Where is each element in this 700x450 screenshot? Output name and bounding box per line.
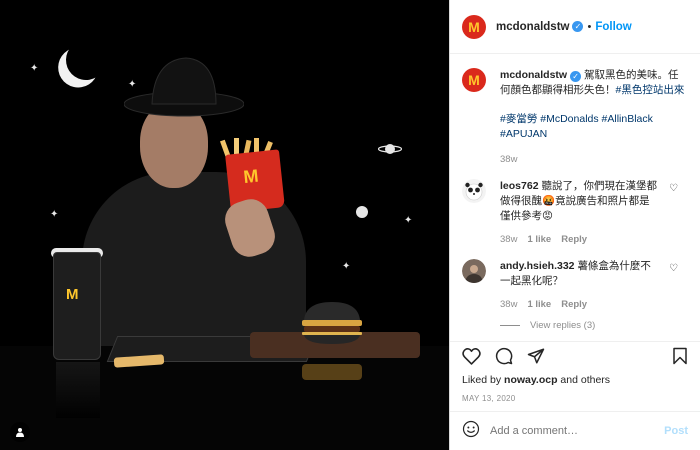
- instagram-post: ✦ ✦ ✦ ✦ ✦ M M M mcdonaldstw ✓ • Follow M…: [0, 0, 700, 450]
- comment-body: andy.hsieh.332 薯條盒為什麼不一起黑化呢？ 38w 1 like Re…: [500, 259, 660, 312]
- black-burger-art: [302, 302, 362, 344]
- share-paper-plane-icon[interactable]: [527, 347, 545, 370]
- cup-mcdonalds-logo: M: [66, 286, 79, 303]
- comment-item: andy.hsieh.332 薯條盒為什麼不一起黑化呢？ 38w 1 like Re…: [450, 247, 700, 312]
- post-comment-button[interactable]: Post: [664, 425, 688, 437]
- caption: M mcdonaldstw ✓ 駕馭黑色的美味。任何顏色都顯得相形失色！#黑色控站…: [450, 54, 700, 167]
- caption-age[interactable]: 38w: [500, 152, 688, 167]
- post-image[interactable]: ✦ ✦ ✦ ✦ ✦ M M: [0, 0, 449, 450]
- comment-username[interactable]: leos762: [500, 180, 539, 192]
- drink-cup: [53, 252, 101, 360]
- liked-by-user[interactable]: noway.ocp: [504, 374, 557, 386]
- comment-avatar[interactable]: [462, 179, 486, 203]
- liked-by-text: Liked by noway.ocp and others: [462, 374, 688, 386]
- follow-button[interactable]: Follow: [595, 21, 631, 33]
- action-icons: [462, 342, 688, 374]
- planet-art: [378, 144, 402, 154]
- verified-badge-icon: ✓: [572, 21, 584, 32]
- like-comment-heart-icon[interactable]: ♡: [669, 183, 678, 194]
- caption-body: mcdonaldstw ✓ 駕馭黑色的美味。任何顏色都顯得相形失色！#黑色控站出來…: [500, 68, 688, 167]
- caption-username[interactable]: mcdonaldstw: [500, 69, 567, 81]
- liked-by-suffix[interactable]: and others: [558, 374, 610, 386]
- add-comment-input[interactable]: [490, 425, 665, 437]
- burger-reflection: [302, 364, 362, 380]
- comment-item: leos762 聽說了，你們現在漢堡都做得很醜🤬竟說廣告和照片都是僅供參考😡 3…: [450, 167, 700, 247]
- tagged-users-icon[interactable]: [10, 422, 30, 442]
- crescent-moon-art: [63, 37, 109, 83]
- star-icon: ✦: [30, 63, 39, 74]
- bookmark-save-icon[interactable]: [672, 347, 688, 370]
- caption-inline-hashtag[interactable]: #黑色控站出來: [616, 84, 685, 96]
- account-avatar[interactable]: M: [462, 14, 486, 39]
- comments-list[interactable]: M mcdonaldstw ✓ 駕馭黑色的美味。任何顏色都顯得相形失色！#黑色控站…: [450, 54, 700, 341]
- caption-hashtags[interactable]: #麥當勞 #McDonalds #AllinBlack #APUJAN: [500, 112, 688, 142]
- comment-likes[interactable]: 1 like: [527, 234, 551, 245]
- post-sidebar: M mcdonaldstw ✓ • Follow M mcdonaldstw ✓ …: [449, 0, 700, 450]
- comment-age[interactable]: 38w: [500, 299, 517, 310]
- emoji-smiley-icon[interactable]: [462, 420, 480, 443]
- view-replies-button[interactable]: View replies (3): [450, 312, 700, 331]
- moon-dot-art: [356, 206, 368, 218]
- star-icon: ✦: [342, 261, 351, 272]
- post-date[interactable]: MAY 13, 2020: [462, 394, 688, 403]
- liked-by-prefix: Liked by: [462, 374, 505, 386]
- post-header: M mcdonaldstw ✓ • Follow: [450, 0, 700, 54]
- comment-avatar[interactable]: [462, 259, 486, 283]
- comment-likes[interactable]: 1 like: [527, 299, 551, 310]
- mcdonalds-logo: M: [242, 165, 260, 188]
- comment-meta: 38w 1 like Reply: [500, 232, 660, 247]
- like-comment-heart-icon[interactable]: ♡: [669, 263, 678, 274]
- caption-avatar[interactable]: M: [462, 68, 486, 92]
- star-icon: ✦: [50, 209, 59, 220]
- comment-username[interactable]: andy.hsieh.332: [500, 260, 575, 272]
- like-heart-icon[interactable]: [462, 347, 481, 370]
- black-hat-art: [124, 57, 244, 117]
- cup-reflection: [56, 362, 100, 418]
- separator-dot: •: [587, 20, 592, 33]
- star-icon: ✦: [404, 215, 413, 226]
- comment-reply-button[interactable]: Reply: [561, 234, 587, 245]
- account-username[interactable]: mcdonaldstw: [496, 21, 569, 33]
- comment-body: leos762 聽說了，你們現在漢堡都做得很醜🤬竟說廣告和照片都是僅供參考😡 3…: [500, 179, 660, 247]
- comment-age[interactable]: 38w: [500, 234, 517, 245]
- post-actions: Liked by noway.ocp and others MAY 13, 20…: [450, 341, 700, 403]
- add-comment-bar: Post: [450, 411, 700, 450]
- comment-meta: 38w 1 like Reply: [500, 297, 660, 312]
- comment-reply-button[interactable]: Reply: [561, 299, 587, 310]
- comment-bubble-icon[interactable]: [495, 347, 513, 370]
- verified-badge-icon: ✓: [570, 71, 582, 82]
